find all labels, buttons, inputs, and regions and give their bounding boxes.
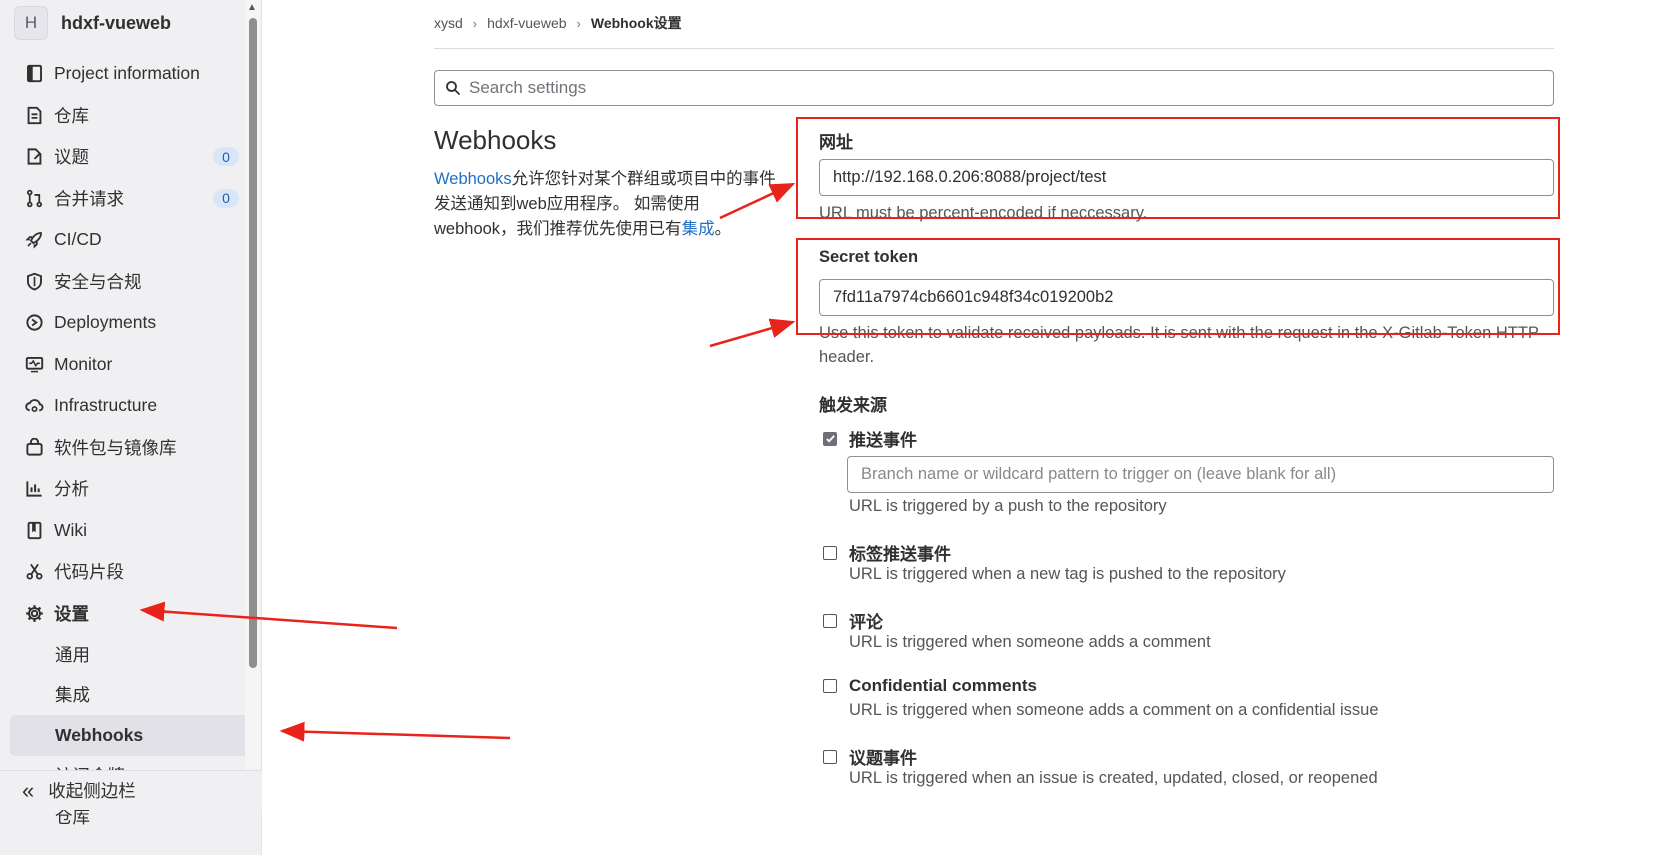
sidebar-item-label: 议题 [54,147,89,168]
sidebar-subitem-general[interactable]: 通用 [10,634,255,675]
push-events-label: 推送事件 [849,431,917,450]
webhooks-description-end: 。 [714,220,732,238]
chevron-right-icon: › [472,15,478,31]
scroll-up-arrow-icon[interactable]: ▲ [247,2,257,13]
sidebar-item-issues[interactable]: 议题 0 [10,136,255,178]
project-avatar: H [14,6,48,40]
breadcrumb-project[interactable]: hdxf-vueweb [487,15,566,31]
package-icon [24,437,44,457]
push-events-help: URL is triggered by a push to the reposi… [849,497,1167,515]
sidebar-item-security[interactable]: 安全与合规 [10,261,255,303]
annotation-box-url [796,117,1560,219]
trigger-label: 触发来源 [819,396,887,415]
branch-filter-input[interactable] [861,465,1541,484]
sidebar-item-label: Infrastructure [54,395,158,416]
search-settings-box[interactable] [434,70,1554,106]
confidential-comments-checkbox[interactable] [823,679,837,693]
cloud-gear-icon [24,396,44,416]
collapse-sidebar-label: 收起侧边栏 [48,781,136,801]
sidebar-item-analytics[interactable]: 分析 [10,468,255,510]
sidebar-item-label: 软件包与镜像库 [54,437,177,458]
search-icon [446,81,461,96]
project-name[interactable]: hdxf-vueweb [61,13,171,34]
monitor-icon [24,354,44,374]
merge-request-icon [24,188,44,208]
shield-icon [24,271,44,291]
book-icon [24,520,44,540]
trigger-push-events[interactable]: 推送事件 [823,426,917,451]
sidebar-item-label: Project information [54,63,200,84]
sidebar-item-wiki[interactable]: Wiki [10,510,255,552]
integrations-link[interactable]: 集成 [682,220,715,238]
checkmark-icon [825,435,835,443]
scissors-icon [24,562,44,582]
sidebar-item-settings[interactable]: 设置 [10,593,255,635]
confidential-comments-label: Confidential comments [849,676,1037,695]
sidebar-item-monitor[interactable]: Monitor [10,344,255,386]
deployments-icon [24,313,44,333]
sidebar-item-label: 分析 [54,479,89,500]
project-info-icon [24,64,44,84]
double-chevron-left-icon: « [22,777,34,803]
sidebar-item-label: Deployments [54,312,157,333]
comments-help: URL is triggered when someone adds a com… [849,633,1211,651]
sidebar-item-label: Wiki [54,519,88,540]
sidebar-item-project-information[interactable]: Project information [10,53,255,95]
sidebar-scrollbar-thumb[interactable] [249,18,257,668]
comments-checkbox[interactable] [823,613,837,628]
sidebar-subitem-webhooks[interactable]: Webhooks [10,715,255,756]
issues-count-badge: 0 [213,147,239,166]
sidebar-item-label: 代码片段 [54,562,124,583]
merge-requests-count-badge: 0 [213,188,239,208]
chart-icon [24,479,44,499]
sidebar-item-infrastructure[interactable]: Infrastructure [10,385,255,427]
webhooks-title: Webhooks [434,125,557,155]
sidebar-item-label: CI/CD [54,229,102,250]
webhooks-docs-link[interactable]: Webhooks [434,170,512,188]
breadcrumb-current[interactable]: Webhook设置 [591,13,682,33]
issues-icon [24,147,44,167]
tag-push-events-help: URL is triggered when a new tag is pushe… [849,565,1286,583]
arrow-to-webhooks [279,721,511,742]
sidebar-item-label: 合并请求 [54,188,124,209]
sidebar-item-merge-requests[interactable]: 合并请求 0 [10,178,255,220]
sidebar-nav: Project information 仓库 议题 0 合并请求 0 CI/CD… [10,53,255,837]
gear-icon [24,603,44,623]
breadcrumb-group[interactable]: xysd [434,15,463,31]
issues-events-help: URL is triggered when an issue is create… [849,769,1378,787]
sidebar-subitem-integrations[interactable]: 集成 [10,675,255,716]
repository-icon [24,105,44,125]
sidebar: H hdxf-vueweb Project information 仓库 议题 … [0,0,262,855]
sidebar-item-label: 设置 [54,603,89,624]
search-settings-input[interactable] [469,78,1519,98]
collapse-sidebar-button[interactable]: « 收起侧边栏 [0,770,262,810]
annotation-box-token [796,238,1560,335]
arrow-to-token [709,318,796,348]
chevron-right-icon: › [576,15,581,31]
sidebar-project-header[interactable]: H hdxf-vueweb [14,6,171,40]
tag-push-events-checkbox[interactable] [823,545,837,560]
sidebar-item-snippets[interactable]: 代码片段 [10,551,255,593]
rocket-icon [24,230,44,250]
webhooks-description: Webhooks允许您针对某个群组或项目中的事件发送通知到web应用程序。 如需… [434,167,779,242]
sidebar-item-label: 仓库 [54,105,89,126]
branch-filter-field[interactable] [847,456,1554,493]
issues-events-checkbox[interactable] [823,749,837,764]
sidebar-item-deployments[interactable]: Deployments [10,302,255,344]
breadcrumb: xysd › hdxf-vueweb › Webhook设置 [434,13,682,33]
sidebar-item-packages[interactable]: 软件包与镜像库 [10,427,255,469]
sidebar-item-repository[interactable]: 仓库 [10,95,255,137]
sidebar-item-label: 安全与合规 [54,271,142,292]
confidential-comments-help: URL is triggered when someone adds a com… [849,701,1379,719]
breadcrumb-divider [434,48,1554,49]
sidebar-item-label: Monitor [54,353,113,374]
push-events-checkbox[interactable] [823,431,837,446]
trigger-confidential-comments[interactable]: Confidential comments [823,676,1037,696]
sidebar-item-cicd[interactable]: CI/CD [10,219,255,261]
